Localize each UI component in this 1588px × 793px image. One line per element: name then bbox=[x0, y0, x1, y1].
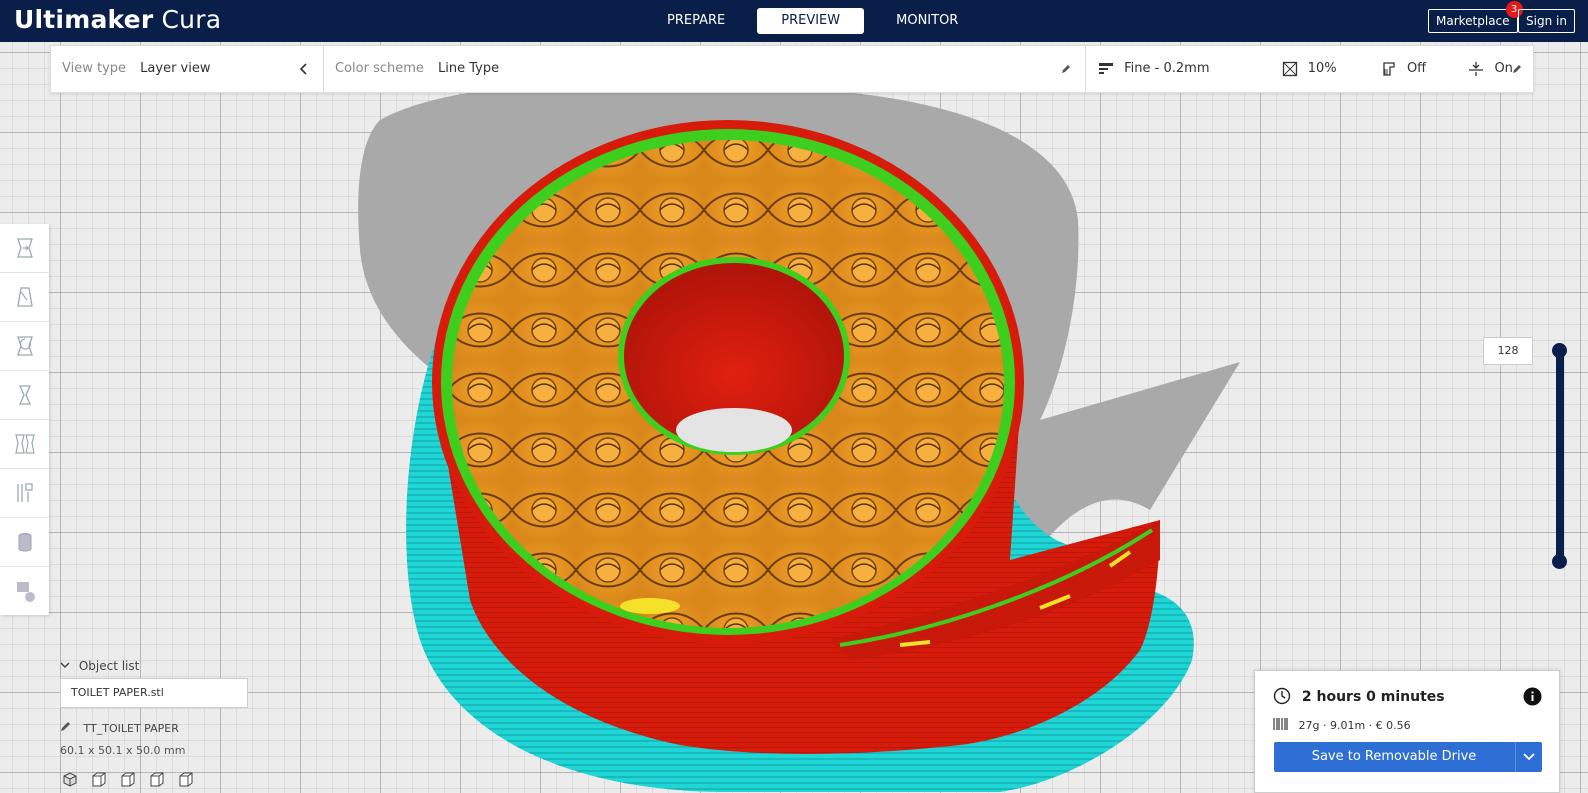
color-scheme-label: Color scheme bbox=[335, 61, 424, 76]
move-icon bbox=[16, 238, 33, 258]
right-view-icon[interactable] bbox=[176, 771, 196, 787]
print-info-panel: 2 hours 0 minutes 27g · 9.01m · € 0.56 S… bbox=[1254, 670, 1560, 793]
support-value: Off bbox=[1406, 61, 1427, 76]
move-tool-button[interactable] bbox=[0, 224, 49, 273]
rotate-icon bbox=[16, 336, 33, 356]
cylinder-tool-button[interactable] bbox=[0, 518, 49, 567]
machine-name-text: TT_TOILET PAPER bbox=[83, 722, 179, 735]
scale-tool-button[interactable] bbox=[0, 273, 49, 322]
profile-value: Fine - 0.2mm bbox=[1124, 61, 1210, 76]
left-view-icon[interactable] bbox=[147, 771, 167, 787]
camera-view-buttons bbox=[60, 771, 260, 787]
material-estimate: 27g · 9.01m · € 0.56 bbox=[1273, 717, 1411, 732]
support-icon bbox=[1383, 61, 1395, 76]
chevron-down-icon[interactable] bbox=[1515, 742, 1542, 772]
stage-tabs: PREPARE PREVIEW MONITOR bbox=[645, 8, 980, 34]
tab-monitor[interactable]: MONITOR bbox=[874, 8, 980, 34]
object-list-panel: Object list TOILET PAPER.stl TT_TOILET P… bbox=[60, 656, 260, 787]
view-type-value: Layer view bbox=[140, 61, 211, 76]
divider bbox=[323, 46, 324, 92]
scale-icon bbox=[16, 287, 33, 307]
material-estimate-text: 27g · 9.01m · € 0.56 bbox=[1298, 719, 1411, 732]
custom-shape-icon bbox=[16, 582, 35, 602]
chevron-down-icon bbox=[60, 662, 70, 669]
rotate-tool-button[interactable] bbox=[0, 322, 49, 371]
custom-tool-button[interactable] bbox=[0, 567, 49, 615]
color-scheme-value: Line Type bbox=[438, 61, 500, 76]
current-layer-label[interactable]: 128 bbox=[1483, 337, 1533, 365]
sign-in-button[interactable]: Sign in bbox=[1518, 9, 1575, 33]
layer-slider-track[interactable] bbox=[1556, 350, 1564, 562]
pencil-icon[interactable] bbox=[1060, 46, 1072, 92]
app-header: Ultimaker Cura PREPARE PREVIEW MONITOR M… bbox=[0, 0, 1588, 42]
mirror-tool-button[interactable] bbox=[0, 371, 49, 420]
per-model-settings-button[interactable] bbox=[0, 420, 49, 469]
per-model-settings-icon bbox=[14, 434, 35, 454]
print-time-text: 2 hours 0 minutes bbox=[1301, 689, 1445, 705]
support-blocker-icon bbox=[16, 483, 33, 502]
marketplace-label: Marketplace bbox=[1436, 14, 1510, 28]
cylinder-icon bbox=[18, 533, 31, 552]
filament-icon bbox=[1273, 718, 1288, 730]
object-list-toggle[interactable]: Object list bbox=[60, 656, 260, 676]
view-settings-bar: View type Layer view Color scheme Line T… bbox=[50, 45, 1534, 93]
support-blocker-button[interactable] bbox=[0, 469, 49, 518]
mirror-icon bbox=[18, 385, 31, 405]
pencil-icon[interactable] bbox=[60, 720, 72, 732]
print-time: 2 hours 0 minutes bbox=[1273, 687, 1445, 705]
top-view-icon[interactable] bbox=[118, 771, 138, 787]
object-list-item[interactable]: TOILET PAPER.stl bbox=[60, 678, 248, 708]
infill-icon bbox=[1282, 61, 1297, 76]
print-settings-selector[interactable]: Fine - 0.2mm 10% Off On bbox=[1098, 46, 1513, 92]
layer-slider-lower-handle[interactable] bbox=[1552, 554, 1567, 569]
tab-prepare[interactable]: PREPARE bbox=[645, 8, 747, 34]
object-dimensions: 60.1 x 50.1 x 50.0 mm bbox=[60, 744, 186, 757]
marketplace-button[interactable]: Marketplace 3 bbox=[1428, 1, 1523, 33]
adhesion-icon bbox=[1469, 61, 1484, 76]
infill-value: 10% bbox=[1307, 61, 1337, 76]
profile-icon bbox=[1099, 62, 1113, 74]
object-list-header: Object list bbox=[78, 659, 140, 673]
clock-icon bbox=[1273, 687, 1291, 705]
layer-slider-upper-handle[interactable] bbox=[1552, 343, 1567, 358]
save-to-removable-drive-button[interactable]: Save to Removable Drive bbox=[1274, 742, 1542, 772]
view-type-label: View type bbox=[62, 61, 127, 76]
front-view-icon[interactable] bbox=[89, 771, 109, 787]
view-type-selector[interactable]: View type Layer view bbox=[62, 46, 211, 92]
3d-view-icon[interactable] bbox=[60, 771, 80, 787]
machine-name: TT_TOILET PAPER bbox=[60, 720, 260, 736]
collapse-chevron-icon[interactable] bbox=[299, 46, 309, 92]
info-icon[interactable] bbox=[1523, 687, 1542, 706]
divider bbox=[1085, 46, 1086, 92]
tool-panel bbox=[0, 224, 49, 615]
tab-preview[interactable]: PREVIEW bbox=[757, 8, 865, 34]
save-button-label: Save to Removable Drive bbox=[1311, 749, 1477, 764]
app-logo: Ultimaker Cura bbox=[14, 5, 222, 34]
color-scheme-selector[interactable]: Color scheme Line Type bbox=[335, 46, 499, 92]
pencil-icon[interactable] bbox=[1511, 46, 1523, 92]
